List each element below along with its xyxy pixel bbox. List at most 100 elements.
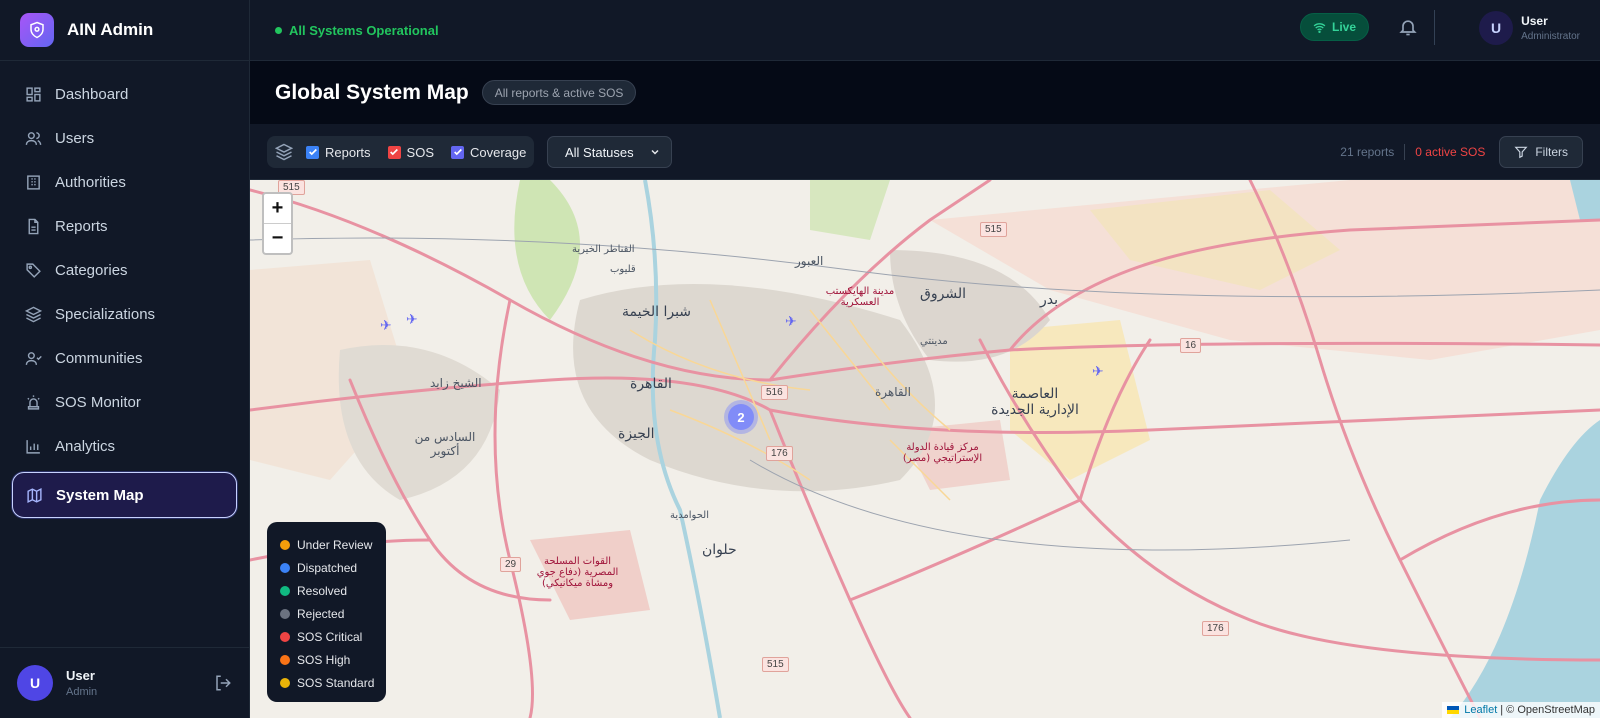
- sidebar-user-info: User Admin: [66, 668, 97, 698]
- map-label-cairo-east: القاهرة: [875, 385, 911, 399]
- road-shield: 515: [762, 657, 789, 672]
- checkbox-checked-icon: [387, 145, 401, 159]
- airport-icon: ✈: [380, 318, 392, 334]
- legend-dot-icon: [280, 677, 290, 688]
- legend-label: SOS High: [297, 652, 351, 667]
- map-label-hykestep: مدينة الهايكستب العسكرية: [825, 286, 895, 308]
- sidebar-item-label: Analytics: [55, 437, 116, 455]
- system-status: All Systems Operational: [275, 23, 439, 38]
- community-icon: [24, 349, 42, 367]
- sidebar-item-analytics[interactable]: Analytics: [12, 426, 237, 466]
- sos-layer-checkbox[interactable]: SOS: [387, 145, 434, 160]
- top-bar: All Systems Operational Live U User Admi…: [250, 0, 1600, 61]
- sidebar-item-label: SOS Monitor: [55, 393, 141, 411]
- reports-layer-label: Reports: [325, 144, 371, 160]
- sidebar-item-users[interactable]: Users: [12, 118, 237, 158]
- sidebar-item-communities[interactable]: Communities: [12, 338, 237, 378]
- coverage-layer-label: Coverage: [470, 144, 527, 160]
- legend-item: Dispatched: [280, 556, 386, 579]
- map-toolbar: Reports SOS Coverage All Statuses 21 rep…: [250, 124, 1600, 180]
- reports-layer-checkbox[interactable]: Reports: [306, 145, 371, 160]
- map-attribution: Leaflet | © OpenStreetMap: [1442, 702, 1600, 718]
- osm-attribution[interactable]: | © OpenStreetMap: [1500, 704, 1595, 716]
- legend-item: Resolved: [280, 579, 386, 602]
- legend-label: SOS Critical: [297, 629, 363, 644]
- sidebar-item-label: Authorities: [55, 173, 126, 191]
- status-select[interactable]: All Statuses: [547, 136, 672, 168]
- layers-icon: [24, 305, 42, 323]
- legend-item: Rejected: [280, 602, 386, 625]
- sidebar-user-card: U User Admin: [0, 647, 250, 718]
- coverage-layer-checkbox[interactable]: Coverage: [451, 145, 526, 160]
- sidebar-item-system-map[interactable]: System Map: [12, 472, 237, 518]
- checkbox-checked-icon: [451, 145, 464, 159]
- toolbar-stats: 21 reports 0 active SOS Filters: [1340, 136, 1583, 168]
- sidebar-item-reports[interactable]: Reports: [12, 206, 237, 246]
- report-count: 21 reports: [1340, 145, 1395, 159]
- report-cluster-marker[interactable]: 2: [724, 400, 758, 434]
- page-subtitle-badge: All reports & active SOS: [481, 80, 637, 105]
- layers-icon: [274, 143, 294, 161]
- map-label-badr: بدر: [1040, 292, 1059, 308]
- legend-label: Under Review: [297, 537, 373, 552]
- zoom-control: + −: [262, 192, 293, 255]
- legend-item: Under Review: [280, 533, 386, 556]
- map-label-hawamdia: الحوامدية: [670, 510, 709, 521]
- page-title: Global System Map: [275, 80, 469, 104]
- page-header: Global System Map All reports & active S…: [250, 61, 1600, 124]
- tag-icon: [24, 261, 42, 279]
- map-label-strategic: مركز قيادة الدولة الإستراتيجي (مصر): [902, 442, 983, 464]
- logout-icon[interactable]: [214, 674, 234, 694]
- sidebar-item-categories[interactable]: Categories: [12, 250, 237, 290]
- sidebar-item-label: System Map: [56, 486, 144, 504]
- bell-icon[interactable]: [1398, 17, 1418, 39]
- user-role: Administrator: [1521, 31, 1580, 42]
- legend-label: SOS Standard: [297, 675, 375, 690]
- siren-icon: [24, 393, 42, 411]
- checkbox-checked-icon: [306, 145, 319, 159]
- chevron-down-icon: [651, 149, 659, 155]
- map-label-shubra: شبرا الخيمة: [622, 304, 692, 320]
- road-shield: 16: [1180, 338, 1202, 353]
- map-label-shorouk: الشروق: [920, 286, 966, 302]
- active-sos-count: 0 active SOS: [1415, 145, 1486, 159]
- divider: [1434, 10, 1435, 45]
- map-label-madinaty: مدينتي: [920, 336, 948, 347]
- status-select-value: All Statuses: [565, 144, 634, 160]
- legend-label: Rejected: [297, 606, 345, 621]
- sidebar-item-specializations[interactable]: Specializations: [12, 294, 237, 334]
- avatar[interactable]: U: [17, 665, 53, 701]
- sidebar-item-sos-monitor[interactable]: SOS Monitor: [12, 382, 237, 422]
- map-label-sheikh-zayed: الشيخ زايد: [430, 376, 482, 390]
- sidebar-item-label: Dashboard: [55, 85, 129, 103]
- road-shield: 176: [1202, 621, 1229, 636]
- legend-dot-icon: [280, 562, 290, 573]
- zoom-out-button[interactable]: −: [264, 223, 291, 252]
- sidebar-item-authorities[interactable]: Authorities: [12, 162, 237, 202]
- user-menu[interactable]: U User Administrator: [1479, 11, 1580, 45]
- shield-logo-icon: [20, 13, 54, 47]
- airport-icon: ✈: [785, 314, 797, 330]
- live-label: Live: [1331, 20, 1356, 34]
- user-role: Admin: [66, 686, 98, 698]
- map-label-qalyub: قليوب: [610, 264, 636, 275]
- legend-item: SOS Standard: [280, 671, 386, 694]
- legend-dot-icon: [280, 539, 290, 550]
- brand[interactable]: AIN Admin: [0, 0, 249, 61]
- leaflet-link[interactable]: Leaflet: [1464, 704, 1497, 716]
- road-shield: 515: [980, 222, 1007, 237]
- status-dot-icon: [275, 26, 282, 34]
- live-badge[interactable]: Live: [1299, 13, 1369, 41]
- filters-button[interactable]: Filters: [1499, 136, 1583, 168]
- road-shield: 176: [766, 446, 793, 461]
- legend-dot-icon: [280, 654, 290, 665]
- zoom-in-button[interactable]: +: [264, 194, 291, 223]
- sidebar-item-label: Users: [55, 129, 95, 147]
- system-map[interactable]: 515 515 516 176 176 29 515 16 القاهرة ال…: [250, 180, 1600, 718]
- map-icon: [25, 486, 43, 504]
- map-label-october: السادس من أكتوبر: [414, 430, 476, 458]
- sidebar-item-dashboard[interactable]: Dashboard: [12, 74, 237, 114]
- sidebar-item-label: Specializations: [55, 305, 156, 323]
- filter-icon: [1514, 146, 1528, 159]
- legend-dot-icon: [280, 608, 290, 619]
